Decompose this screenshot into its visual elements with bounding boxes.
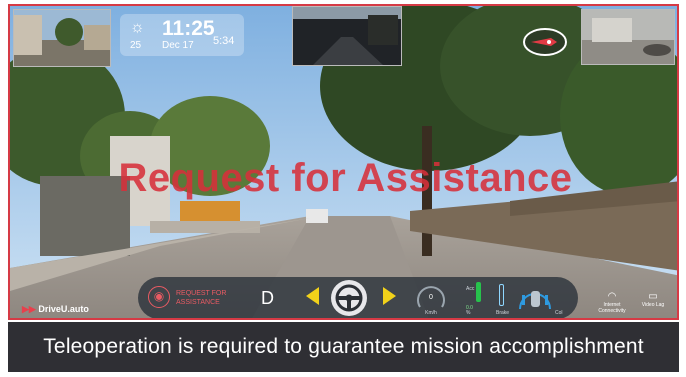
steering-wheel-icon[interactable]: [331, 280, 367, 316]
gear-indicator: D: [261, 288, 274, 308]
vehicle-icon: [519, 291, 551, 310]
col-label: Col: [555, 310, 563, 316]
temperature: 25: [130, 40, 142, 51]
driveu-logo-text: DriveU.auto: [38, 304, 89, 314]
video-lag-status: ▭ Video Lag: [638, 291, 668, 308]
acc-bar: [476, 282, 481, 302]
steer-left-arrow-icon[interactable]: [306, 287, 319, 305]
video-lag-icon: ▭: [648, 291, 658, 302]
wifi-icon: ◠: [607, 291, 617, 302]
assistance-banner: Request for Assistance: [118, 156, 573, 200]
sun-icon: ☼: [130, 19, 145, 36]
clock-date: Dec 17: [162, 40, 194, 51]
compass-icon: [523, 28, 567, 56]
caption-text: Teleoperation is required to guarantee m…: [43, 335, 644, 358]
brake-bar: [499, 284, 504, 306]
teleoperation-screen: ☼ 25 11:25 Dec 17 5:34 Request for Assis…: [0, 0, 686, 377]
rear-left-camera-image: [14, 10, 110, 66]
internet-connectivity-label: Internet Connectivity: [598, 302, 626, 314]
rear-right-camera[interactable]: [581, 9, 675, 65]
front-center-camera[interactable]: [292, 6, 402, 66]
secondary-time: 5:34: [213, 35, 235, 47]
camera-feed: ☼ 25 11:25 Dec 17 5:34 Request for Assis…: [8, 4, 679, 320]
steer-right-arrow-icon[interactable]: [383, 287, 396, 305]
acc-label: Acc: [466, 286, 475, 292]
request-assistance-icon[interactable]: ◉: [148, 286, 170, 308]
caption-bar: Teleoperation is required to guarantee m…: [8, 322, 679, 372]
brake-label: Brake: [496, 310, 510, 316]
speed-unit: Km/h: [425, 310, 437, 316]
acc-unit: %: [466, 310, 471, 316]
front-center-camera-image: [293, 7, 401, 65]
driveu-logo: ▶▶ DriveU.auto: [22, 304, 89, 315]
rear-left-camera[interactable]: [13, 9, 111, 67]
request-assistance-label[interactable]: REQUEST FOR ASSISTANCE: [176, 289, 240, 307]
speed-value: 0: [429, 294, 433, 301]
video-lag-label: Video Lag: [641, 302, 665, 308]
clock-time: 11:25: [162, 17, 215, 40]
weather-time-widget: ☼ 25 11:25 Dec 17 5:34: [120, 14, 244, 56]
rear-right-camera-image: [582, 10, 674, 64]
internet-connectivity-status: ◠ Internet Connectivity: [590, 291, 634, 314]
driveu-logo-icon: ▶▶: [22, 304, 36, 314]
driving-hud: ◉ REQUEST FOR ASSISTANCE D 0 Km/h Acc 0.…: [138, 277, 578, 318]
